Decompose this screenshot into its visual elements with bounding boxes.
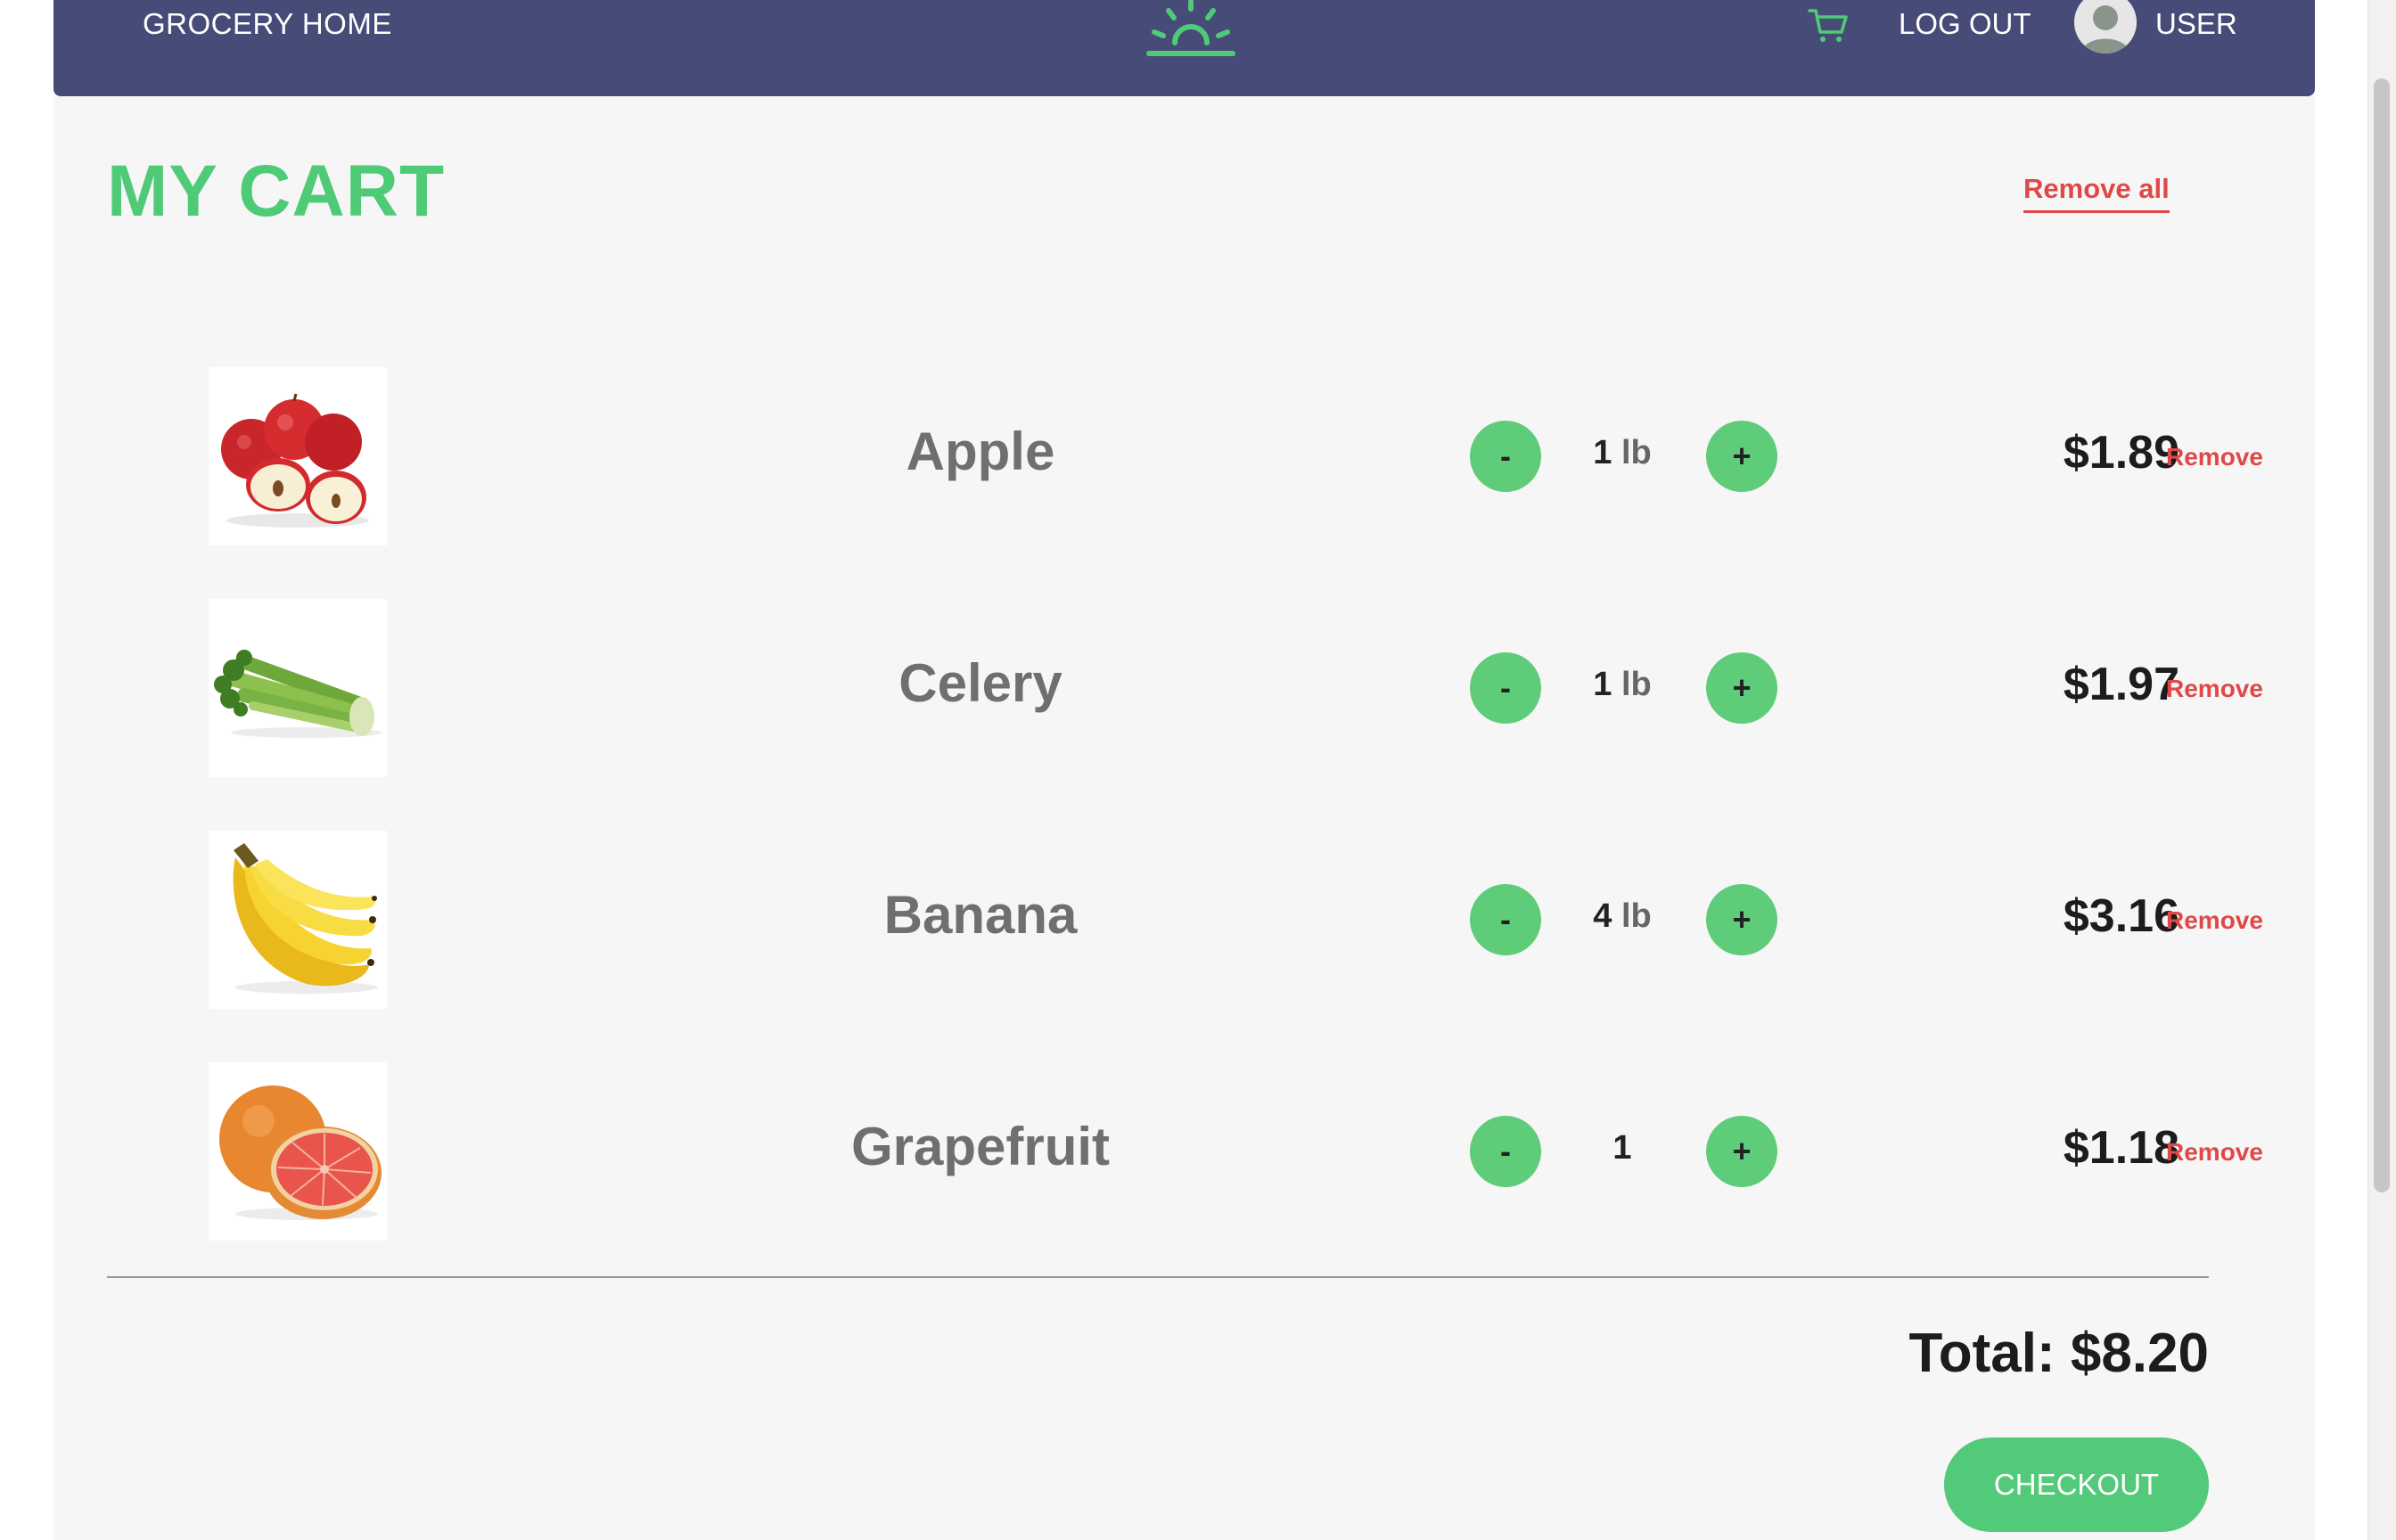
sunrise-logo-icon[interactable] [1142, 0, 1240, 62]
page-scrollbar[interactable] [2367, 0, 2396, 1540]
remove-item-button[interactable]: Remove [2166, 443, 2263, 471]
item-price: $1.89 [2063, 427, 2179, 479]
product-name: Apple [906, 422, 1055, 481]
cart-divider [107, 1276, 2209, 1278]
quantity-display: 1 lb [1564, 434, 1680, 472]
quantity-display: 1 [1564, 1129, 1680, 1167]
decrease-quantity-button[interactable]: - [1470, 1116, 1541, 1187]
apple-image [209, 367, 387, 545]
remove-item-button[interactable]: Remove [2166, 675, 2263, 703]
increase-quantity-button[interactable]: + [1706, 421, 1777, 492]
quantity-value: 1 [1612, 1129, 1632, 1167]
top-nav-bar: GROCERY HOME LOG OUT USER [53, 0, 2315, 96]
cart-item-row: Banana - 4 lb + $3.16 Remove [0, 831, 2263, 1009]
cart-item-row: Grapefruit - 1 + $1.18 Remove [0, 1062, 2263, 1241]
checkout-button[interactable]: CHECKOUT [1944, 1438, 2209, 1532]
product-name: Celery [898, 653, 1063, 713]
item-price: $3.16 [2063, 890, 2179, 942]
remove-item-button[interactable]: Remove [2166, 1138, 2263, 1167]
quantity-unit: lb [1612, 666, 1652, 703]
item-price: $1.97 [2063, 659, 2179, 710]
grapefruit-image [209, 1062, 387, 1241]
user-avatar-icon[interactable] [2074, 0, 2137, 53]
remove-all-button[interactable]: Remove all [2023, 173, 2170, 213]
remove-item-button[interactable]: Remove [2166, 906, 2263, 935]
grocery-home-link[interactable]: GROCERY HOME [143, 7, 392, 41]
increase-quantity-button[interactable]: + [1706, 652, 1777, 724]
scrollbar-thumb[interactable] [2374, 78, 2390, 1192]
decrease-quantity-button[interactable]: - [1470, 652, 1541, 724]
decrease-quantity-button[interactable]: - [1470, 884, 1541, 955]
user-menu-label[interactable]: USER [2155, 7, 2237, 41]
quantity-display: 1 lb [1564, 666, 1680, 704]
cart-total: Total: $8.20 [1908, 1323, 2209, 1384]
increase-quantity-button[interactable]: + [1706, 884, 1777, 955]
page-title: MY CART [107, 151, 446, 232]
quantity-unit: lb [1612, 897, 1652, 935]
cart-item-row: Apple - 1 lb + $1.89 Remove [0, 367, 2263, 545]
shopping-cart-icon[interactable] [1808, 7, 1849, 45]
quantity-display: 4 lb [1564, 897, 1680, 936]
quantity-value: 1 [1593, 434, 1612, 471]
quantity-unit: lb [1612, 434, 1652, 471]
decrease-quantity-button[interactable]: - [1470, 421, 1541, 492]
product-name: Banana [883, 885, 1078, 945]
quantity-value: 1 [1593, 666, 1612, 703]
banana-image [209, 831, 387, 1009]
item-price: $1.18 [2063, 1122, 2179, 1174]
cart-item-row: Celery - 1 lb + $1.97 Remove [0, 599, 2263, 777]
increase-quantity-button[interactable]: + [1706, 1116, 1777, 1187]
celery-image [209, 599, 387, 777]
product-name: Grapefruit [850, 1117, 1111, 1176]
logout-link[interactable]: LOG OUT [1899, 7, 2031, 41]
quantity-value: 4 [1593, 897, 1612, 935]
